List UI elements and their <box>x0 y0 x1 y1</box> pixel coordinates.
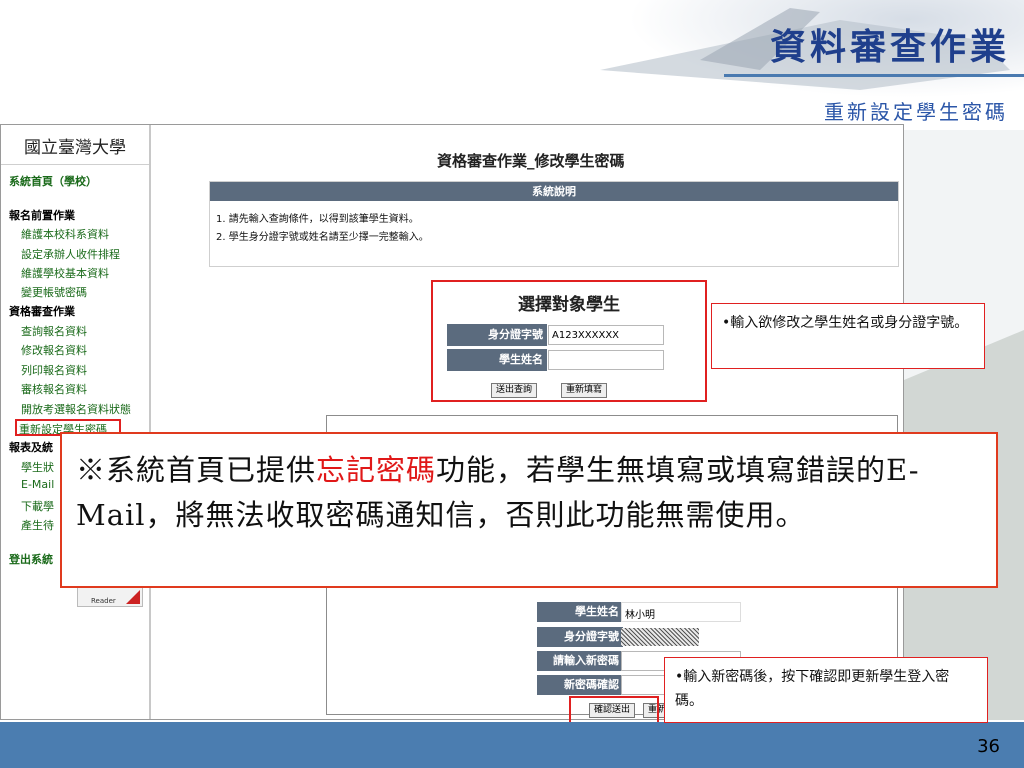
sidebar-item-audit[interactable]: 審核報名資料 <box>21 381 87 397</box>
sidebar-item-report-4[interactable]: 產生待 <box>21 517 54 533</box>
slide-subtitle: 重新設定學生密碼 <box>824 100 1008 124</box>
masked-id-value <box>621 628 699 646</box>
note-prefix: ※系統首頁已提供 <box>76 453 317 487</box>
sidebar-section-prep: 報名前置作業 <box>9 209 75 222</box>
callout-select-student: •輸入欲修改之學生姓名或身分證字號。 <box>711 303 985 369</box>
sidebar-item-print[interactable]: 列印報名資料 <box>21 362 87 378</box>
school-name: 國立臺灣大學 <box>1 133 149 165</box>
sidebar-item-query[interactable]: 查詢報名資料 <box>21 323 87 339</box>
form-title: 資格審查作業_修改學生密碼 <box>437 152 625 170</box>
id-number-input[interactable] <box>548 325 664 345</box>
student-name-label: 學生姓名 <box>447 349 547 371</box>
reader-logo-icon <box>126 590 140 604</box>
sidebar-item-school-info[interactable]: 維護學校基本資料 <box>21 265 109 281</box>
sidebar: 國立臺灣大學 系統首頁（學校） 報名前置作業 維護本校科系資料 設定承辦人收件排… <box>1 125 151 719</box>
sidebar-item-open-status[interactable]: 開放考選報名資料狀態 <box>21 401 131 417</box>
result-id-label: 身分證字號 <box>537 627 623 647</box>
student-name-input[interactable] <box>548 350 664 370</box>
reset-form-button[interactable]: 重新填寫 <box>561 383 608 398</box>
id-number-label: 身分證字號 <box>447 324 547 346</box>
sidebar-logout-link[interactable]: 登出系統 <box>9 551 53 567</box>
sidebar-item-report-1[interactable]: 學生狀 <box>21 459 54 475</box>
note-highlight-forgot-password: 忘記密碼 <box>316 453 437 487</box>
page-number: 36 <box>977 736 1000 757</box>
app-screenshot: 國立臺灣大學 系統首頁（學校） 報名前置作業 維護本校科系資料 設定承辦人收件排… <box>0 124 904 724</box>
sidebar-item-dept-data[interactable]: 維護本校科系資料 <box>21 226 109 242</box>
sidebar-section-reports: 報表及統 <box>9 441 53 454</box>
sidebar-home-link[interactable]: 系統首頁（學校） <box>9 173 97 189</box>
result-name-label: 學生姓名 <box>537 602 623 622</box>
system-info-line-2: 2. 學生身分證字號或姓名請至少擇一完整輸入。 <box>216 232 429 243</box>
bottom-bar: 36 <box>0 722 1024 768</box>
sidebar-item-edit[interactable]: 修改報名資料 <box>21 342 87 358</box>
forgot-password-note: ※系統首頁已提供忘記密碼功能，若學生無填寫或填寫錯誤的E-Mail，將無法收取密… <box>60 432 998 588</box>
system-info-line-1: 1. 請先輸入查詢條件，以得到該筆學生資料。 <box>216 214 419 225</box>
sidebar-item-report-3[interactable]: 下載學 <box>21 498 54 514</box>
sidebar-item-report-2[interactable]: E-Mail <box>21 478 54 491</box>
sidebar-section-review: 資格審查作業 <box>9 305 75 318</box>
submit-highlight <box>569 696 659 724</box>
slide-title: 資料審查作業 <box>769 26 1010 68</box>
result-name-value: 林小明 <box>621 602 741 622</box>
title-divider <box>724 74 1024 77</box>
select-student-title: 選擇對象學生 <box>518 295 620 315</box>
callout-new-password: •輸入新密碼後，按下確認即更新學生登入密碼。 <box>664 657 988 723</box>
select-student-panel: 選擇對象學生 身分證字號 學生姓名 送出查詢 重新填寫 <box>431 280 707 402</box>
confirm-password-label: 新密碼確認 <box>537 675 623 695</box>
query-button[interactable]: 送出查詢 <box>491 383 538 398</box>
sidebar-item-change-password[interactable]: 變更帳號密碼 <box>21 284 87 300</box>
system-info-panel: 系統說明 1. 請先輸入查詢條件，以得到該筆學生資料。 2. 學生身分證字號或姓… <box>209 181 899 267</box>
reader-badge-label: Reader <box>91 597 116 605</box>
new-password-label: 請輸入新密碼 <box>537 651 623 671</box>
system-info-header: 系統說明 <box>210 182 898 201</box>
acrobat-reader-badge[interactable]: Reader <box>77 587 143 607</box>
sidebar-item-schedule[interactable]: 設定承辦人收件排程 <box>21 246 120 262</box>
